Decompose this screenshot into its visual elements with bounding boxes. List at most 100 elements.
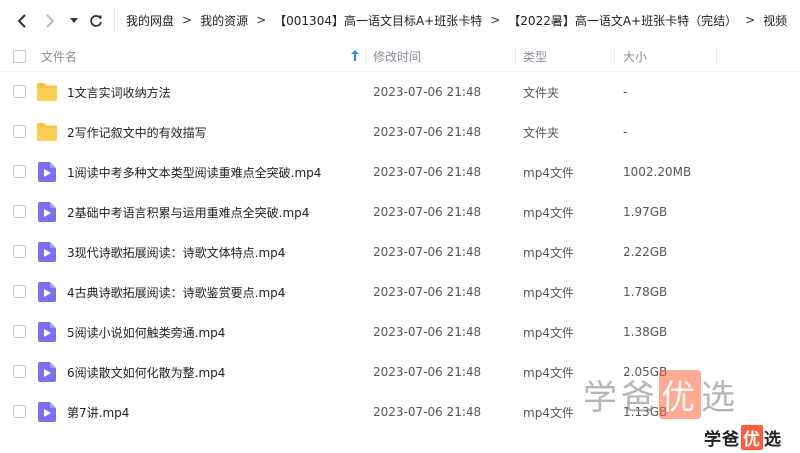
file-modified-time: 2023-07-06 21:48 [373, 165, 482, 179]
forward-button[interactable] [40, 11, 60, 31]
video-file-icon [37, 402, 57, 422]
breadcrumb-separator: > [490, 13, 501, 27]
breadcrumb-item-my-drive[interactable]: 我的网盘 [126, 12, 174, 29]
file-type: mp4文件 [523, 285, 574, 300]
video-file-icon [37, 162, 57, 182]
breadcrumb-item-term[interactable]: 【2022暑】高一语文A+班张卡特（完结） [508, 12, 737, 29]
navigation-bar: 我的网盘 > 我的资源 > 【001304】高一语文目标A+班张卡特 > 【20… [0, 0, 800, 40]
column-header-type[interactable]: 类型 [523, 40, 547, 72]
column-header-name[interactable]: 文件名 [41, 40, 363, 72]
breadcrumb-item-videos[interactable]: 视频 [763, 12, 787, 29]
file-name[interactable]: 2写作记叙文中的有效描写 [67, 112, 207, 152]
breadcrumb-item-my-resources[interactable]: 我的资源 [200, 12, 248, 29]
sort-ascending-arrow-icon[interactable] [351, 50, 359, 64]
file-name[interactable]: 6阅读散文如何化散为整.mp4 [67, 352, 225, 392]
table-row[interactable]: 5阅读小说如何触类旁通.mp4 2023-07-06 21:48 mp4文件 1.38… [0, 312, 800, 352]
column-divider [614, 48, 615, 64]
table-row[interactable]: 2写作记叙文中的有效描写 2023-07-06 21:48 文件夹 - [0, 112, 800, 152]
file-type: mp4文件 [523, 205, 574, 220]
row-checkbox[interactable] [13, 365, 26, 378]
file-modified-time: 2023-07-06 21:48 [373, 85, 482, 99]
file-type: mp4文件 [523, 165, 574, 180]
file-type: mp4文件 [523, 325, 574, 340]
file-size: 2.22GB [623, 245, 668, 259]
watermark-text: 学爸 [583, 377, 659, 418]
column-divider [365, 48, 366, 64]
table-row[interactable]: 3现代诗歌拓展阅读：诗歌文体特点.mp4 2023-07-06 21:48 mp4文… [0, 232, 800, 272]
breadcrumb-item-course[interactable]: 【001304】高一语文目标A+班张卡特 [274, 12, 482, 29]
video-file-icon [37, 282, 57, 302]
file-list-header: 文件名 修改时间 类型 大小 [0, 40, 800, 72]
refresh-icon [90, 15, 102, 27]
file-name[interactable]: 5阅读小说如何触类旁通.mp4 [67, 312, 225, 352]
file-modified-time: 2023-07-06 21:48 [373, 205, 482, 219]
brand-highlight: 优 [741, 424, 763, 450]
row-checkbox[interactable] [13, 405, 26, 418]
column-header-name-label: 文件名 [41, 49, 78, 64]
file-name[interactable]: 1文言实词收纳方法 [67, 72, 171, 112]
breadcrumb-separator: > [256, 13, 267, 27]
breadcrumb: 我的网盘 > 我的资源 > 【001304】高一语文目标A+班张卡特 > 【20… [126, 0, 787, 40]
file-size: - [623, 85, 628, 99]
file-name[interactable]: 2基础中考语言积累与运用重难点全突破.mp4 [67, 192, 309, 232]
file-name[interactable]: 第7讲.mp4 [67, 392, 129, 432]
row-checkbox[interactable] [13, 205, 26, 218]
file-type: mp4文件 [523, 245, 574, 260]
row-checkbox[interactable] [13, 325, 26, 338]
watermark-text-end: 选 [701, 377, 739, 418]
select-all-checkbox-cell [13, 40, 26, 72]
row-checkbox[interactable] [13, 165, 26, 178]
file-size: 1002.20MB [623, 165, 692, 179]
row-checkbox[interactable] [13, 85, 26, 98]
chevron-right-icon [46, 14, 55, 28]
file-type: mp4文件 [523, 405, 574, 420]
file-size: 1.97GB [623, 205, 668, 219]
select-all-checkbox[interactable] [13, 49, 26, 63]
row-checkbox[interactable] [13, 285, 26, 298]
brand-text-end: 选 [764, 429, 782, 450]
folder-icon [37, 123, 57, 141]
folder-icon [37, 83, 57, 101]
column-header-type-label: 类型 [523, 49, 548, 64]
video-file-icon [37, 242, 57, 262]
column-header-modified-label: 修改时间 [373, 49, 422, 64]
table-row[interactable]: 1文言实词收纳方法 2023-07-06 21:48 文件夹 - [0, 72, 800, 112]
breadcrumb-separator: > [182, 13, 193, 27]
toolbar-divider [114, 8, 115, 32]
column-header-size[interactable]: 大小 [623, 40, 647, 72]
file-modified-time: 2023-07-06 21:48 [373, 405, 482, 419]
breadcrumb-separator: > [745, 13, 756, 27]
row-checkbox[interactable] [13, 245, 26, 258]
video-file-icon [37, 362, 57, 382]
table-row[interactable]: 1阅读中考多种文本类型阅读重难点全突破.mp4 2023-07-06 21:48 m… [0, 152, 800, 192]
file-modified-time: 2023-07-06 21:48 [373, 245, 482, 259]
column-divider [515, 48, 516, 64]
watermark: 学爸优选 [583, 369, 763, 419]
refresh-button[interactable] [86, 11, 106, 31]
watermark-highlight: 优 [659, 369, 701, 419]
column-header-modified[interactable]: 修改时间 [373, 40, 421, 72]
chevron-left-icon [17, 14, 26, 28]
file-name[interactable]: 3现代诗歌拓展阅读：诗歌文体特点.mp4 [67, 232, 285, 272]
file-modified-time: 2023-07-06 21:48 [373, 325, 482, 339]
video-file-icon [37, 202, 57, 222]
caret-down-icon [70, 18, 78, 23]
file-type: mp4文件 [523, 365, 574, 380]
column-divider [716, 48, 717, 64]
table-row[interactable]: 2基础中考语言积累与运用重难点全突破.mp4 2023-07-06 21:48 mp… [0, 192, 800, 232]
file-name[interactable]: 4古典诗歌拓展阅读：诗歌鉴赏要点.mp4 [67, 272, 285, 312]
table-row[interactable]: 4古典诗歌拓展阅读：诗歌鉴赏要点.mp4 2023-07-06 21:48 mp4文… [0, 272, 800, 312]
brand-logo: 学爸优选 [704, 424, 782, 450]
file-modified-time: 2023-07-06 21:48 [373, 365, 482, 379]
file-size: 1.78GB [623, 285, 668, 299]
video-file-icon [37, 322, 57, 342]
file-modified-time: 2023-07-06 21:48 [373, 125, 482, 139]
file-name[interactable]: 1阅读中考多种文本类型阅读重难点全突破.mp4 [67, 152, 321, 192]
file-type: 文件夹 [523, 125, 560, 140]
file-modified-time: 2023-07-06 21:48 [373, 285, 482, 299]
row-checkbox[interactable] [13, 125, 26, 138]
brand-text: 学爸 [704, 429, 740, 450]
history-dropdown-button[interactable] [66, 11, 82, 31]
file-type: 文件夹 [523, 85, 560, 100]
back-button[interactable] [12, 11, 32, 31]
